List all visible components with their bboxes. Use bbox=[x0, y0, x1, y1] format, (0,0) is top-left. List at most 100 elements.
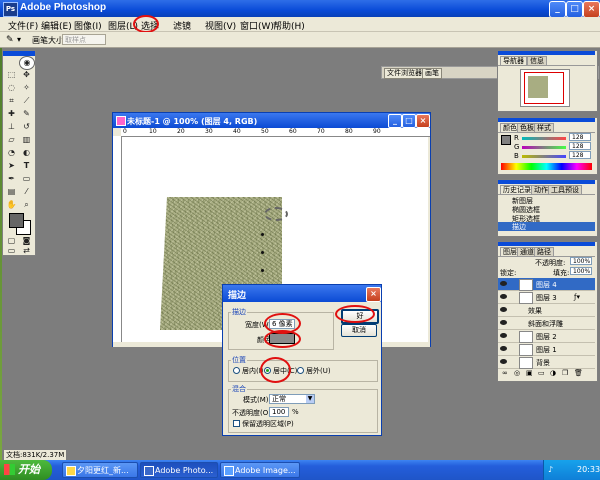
doc-minimize-button[interactable]: _ bbox=[388, 114, 402, 128]
healing-brush-icon[interactable]: ✚ bbox=[5, 108, 18, 120]
visibility-eye-icon[interactable] bbox=[500, 307, 507, 312]
layer-effect-row[interactable]: 效果 bbox=[498, 304, 595, 317]
tab-info[interactable]: 信息 bbox=[527, 56, 547, 65]
taskbar-item[interactable]: Adobe Photo... bbox=[140, 462, 218, 478]
tab-styles[interactable]: 样式 bbox=[534, 123, 554, 132]
layer-row[interactable]: 背景 bbox=[498, 356, 595, 369]
new-group-icon[interactable]: ▭ bbox=[538, 369, 545, 377]
adjustment-layer-icon[interactable]: ◑ bbox=[550, 369, 556, 377]
gradient-tool-icon[interactable]: ▥ bbox=[20, 134, 33, 146]
layer-row[interactable]: 图层 3 ƒ▾ bbox=[498, 291, 595, 304]
cancel-button[interactable]: 取消 bbox=[341, 324, 377, 337]
layer-opacity-value[interactable]: 100% bbox=[570, 257, 592, 265]
add-style-icon[interactable]: ◎ bbox=[514, 369, 520, 377]
hand-tool-icon[interactable]: ✋ bbox=[5, 199, 18, 211]
menu-view[interactable]: 视图(V) bbox=[205, 19, 236, 32]
sample-size-field[interactable]: 取样点 bbox=[62, 34, 106, 45]
dialog-title-bar[interactable]: 描边 × bbox=[223, 285, 381, 302]
jump-to-imageready-icon[interactable]: ⇄ bbox=[20, 246, 33, 255]
toolbox-grip[interactable] bbox=[3, 51, 35, 56]
crop-tool-icon[interactable]: ⌗ bbox=[5, 95, 18, 107]
well-tab-file-browser[interactable]: 文件浏览器 bbox=[384, 68, 425, 79]
link-layers-icon[interactable]: ∞ bbox=[502, 369, 508, 377]
path-select-icon[interactable]: ➤ bbox=[5, 160, 18, 172]
layer-row[interactable]: 图层 2 bbox=[498, 330, 595, 343]
eyedropper-tool-icon[interactable]: ⁄ bbox=[20, 186, 33, 198]
visibility-eye-icon[interactable] bbox=[500, 281, 507, 286]
history-item-selected[interactable]: 描边 bbox=[498, 222, 595, 231]
marquee-tool-icon[interactable]: ⬚ bbox=[5, 69, 18, 81]
tab-history[interactable]: 历史记录 bbox=[500, 185, 534, 194]
outside-radio[interactable] bbox=[297, 367, 304, 374]
navigator-preview[interactable] bbox=[520, 69, 570, 107]
document-title-bar[interactable]: 未标题-1 @ 100% (图层 4, RGB) _ □ × bbox=[113, 113, 430, 128]
minimize-button[interactable]: _ bbox=[549, 1, 566, 18]
layer-row[interactable]: 图层 4 bbox=[498, 278, 595, 291]
move-tool-icon[interactable]: ✥ bbox=[20, 69, 33, 81]
channel-g-value[interactable]: 128 bbox=[569, 142, 591, 150]
taskbar-item[interactable]: 夕阳更红_新... bbox=[62, 462, 138, 478]
navigator-view-box[interactable] bbox=[524, 72, 564, 104]
channel-g-slider[interactable] bbox=[522, 146, 566, 149]
menu-window[interactable]: 窗口(W) bbox=[240, 19, 274, 32]
brush-tool-icon[interactable]: ✎ bbox=[20, 108, 33, 120]
menu-edit[interactable]: 编辑(E) bbox=[41, 19, 72, 32]
notes-tool-icon[interactable]: ▤ bbox=[5, 186, 18, 198]
shape-tool-icon[interactable]: ▭ bbox=[20, 173, 33, 185]
visibility-eye-icon[interactable] bbox=[500, 333, 507, 338]
maximize-button[interactable]: □ bbox=[566, 1, 583, 18]
taskbar-item[interactable]: Adobe Image... bbox=[220, 462, 300, 478]
visibility-eye-icon[interactable] bbox=[500, 359, 507, 364]
menu-filter[interactable]: 滤镜 bbox=[173, 19, 191, 32]
trash-icon[interactable]: 🗑 bbox=[574, 369, 583, 377]
lasso-tool-icon[interactable]: ◌ bbox=[5, 82, 18, 94]
inside-radio[interactable] bbox=[233, 367, 240, 374]
eyedropper-icon[interactable]: ✎ bbox=[6, 35, 14, 45]
visibility-eye-icon[interactable] bbox=[500, 294, 507, 299]
blur-tool-icon[interactable]: ◔ bbox=[5, 147, 18, 159]
slice-tool-icon[interactable]: ⟋ bbox=[20, 95, 33, 107]
layer-effect-row[interactable]: 斜面和浮雕 bbox=[498, 317, 595, 330]
visibility-eye-icon[interactable] bbox=[500, 320, 507, 325]
channel-r-value[interactable]: 128 bbox=[569, 133, 591, 141]
doc-close-button[interactable]: × bbox=[416, 114, 430, 128]
tool-preset-arrow-icon[interactable]: ▾ bbox=[17, 35, 21, 44]
layer-row[interactable]: 图层 1 bbox=[498, 343, 595, 356]
dodge-tool-icon[interactable]: ◐ bbox=[20, 147, 33, 159]
menu-image[interactable]: 图像(I) bbox=[74, 19, 102, 32]
dialog-close-button[interactable]: × bbox=[366, 287, 381, 302]
color-spectrum-bar[interactable] bbox=[501, 163, 592, 170]
preserve-transparency-checkbox[interactable] bbox=[233, 420, 240, 427]
visibility-eye-icon[interactable] bbox=[500, 346, 507, 351]
doc-maximize-button[interactable]: □ bbox=[402, 114, 416, 128]
screen-mode-icon[interactable]: ▭ bbox=[5, 246, 18, 255]
fill-value[interactable]: 100% bbox=[570, 267, 592, 275]
photoshop-eye-icon[interactable]: ◉ bbox=[19, 56, 35, 70]
close-button[interactable]: × bbox=[583, 1, 600, 18]
add-mask-icon[interactable]: ▣ bbox=[526, 369, 533, 377]
well-tab-brushes[interactable]: 画笔 bbox=[422, 68, 442, 79]
fg-color-chip[interactable] bbox=[501, 135, 511, 145]
zoom-tool-icon[interactable]: ⌕ bbox=[20, 199, 33, 211]
channel-r-slider[interactable] bbox=[522, 137, 566, 140]
opacity-field[interactable]: 100 bbox=[269, 407, 289, 417]
magic-wand-icon[interactable]: ✧ bbox=[20, 82, 33, 94]
menu-file[interactable]: 文件(F) bbox=[8, 19, 38, 32]
chevron-down-icon[interactable]: ▼ bbox=[306, 395, 314, 403]
new-layer-icon[interactable]: ❐ bbox=[562, 369, 568, 377]
volume-icon[interactable]: ♪ bbox=[548, 465, 553, 474]
pen-tool-icon[interactable]: ✒ bbox=[5, 173, 18, 185]
type-tool-icon[interactable]: T bbox=[20, 160, 33, 172]
tab-navigator[interactable]: 导航器 bbox=[500, 56, 527, 65]
tab-tool-presets[interactable]: 工具预设 bbox=[548, 185, 582, 194]
layer-effects-icon[interactable]: ƒ▾ bbox=[574, 293, 580, 301]
foreground-color-swatch[interactable] bbox=[9, 213, 24, 228]
history-brush-icon[interactable]: ↺ bbox=[20, 121, 33, 133]
tab-paths[interactable]: 路径 bbox=[534, 247, 554, 256]
channel-b-value[interactable]: 128 bbox=[569, 151, 591, 159]
channel-b-slider[interactable] bbox=[522, 155, 566, 158]
eraser-tool-icon[interactable]: ▱ bbox=[5, 134, 18, 146]
app-title-bar[interactable]: Ps Adobe Photoshop _ □ × bbox=[0, 0, 600, 18]
menu-help[interactable]: 帮助(H) bbox=[273, 19, 305, 32]
start-button[interactable]: 开始 bbox=[0, 460, 52, 480]
